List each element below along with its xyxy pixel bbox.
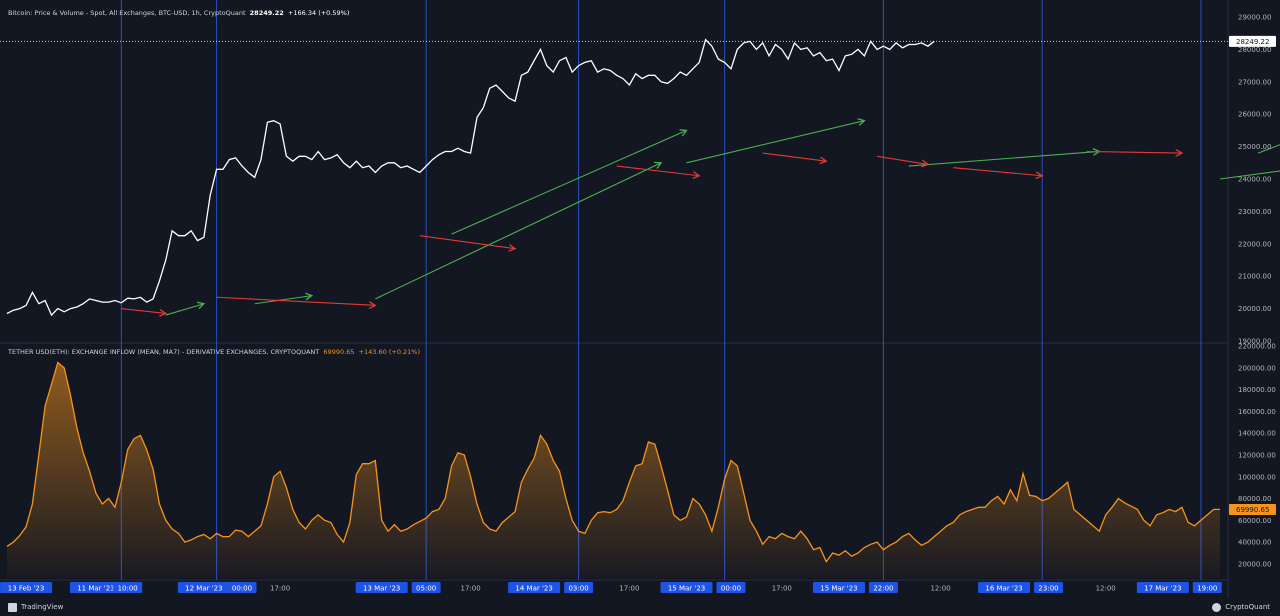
x-tick-label: 10:00 xyxy=(118,585,138,593)
inflow-tick-label: 220000.00 xyxy=(1238,343,1276,351)
inflow-tick-label: 120000.00 xyxy=(1238,452,1276,460)
tradingview-icon xyxy=(8,602,17,612)
x-tick-label: 00:00 xyxy=(232,585,252,593)
price-tick-label: 22000.00 xyxy=(1238,240,1271,248)
x-tick-label: 13 Mar '23 xyxy=(363,585,400,593)
price-tick-label: 28000.00 xyxy=(1238,46,1271,54)
inflow-tick-label: 200000.00 xyxy=(1238,364,1276,372)
price-legend-title: Bitcoin: Price & Volume - Spot, All Exch… xyxy=(8,9,246,17)
inflow-legend-value: 69990.65 xyxy=(323,348,355,356)
price-legend-value: 28249.22 xyxy=(249,9,284,17)
inflow-tick-label: 20000.00 xyxy=(1238,560,1271,568)
price-tick-label: 29000.00 xyxy=(1238,14,1271,22)
inflow-last-value-label: 69990.65 xyxy=(1236,506,1269,514)
cryptoquant-icon xyxy=(1212,602,1222,612)
price-tick-label: 20000.00 xyxy=(1238,305,1271,313)
inflow-tick-label: 140000.00 xyxy=(1238,430,1276,438)
price-tick-label: 23000.00 xyxy=(1238,208,1271,216)
inflow-tick-label: 160000.00 xyxy=(1238,408,1276,416)
x-tick-label: 17:00 xyxy=(270,585,290,593)
x-tick-label: 15 Mar '23 xyxy=(668,585,705,593)
price-last-value-label: 28249.22 xyxy=(1236,38,1269,46)
price-legend: Bitcoin: Price & Volume - Spot, All Exch… xyxy=(8,9,349,17)
x-tick-label: 00:00 xyxy=(721,585,741,593)
price-tick-label: 21000.00 xyxy=(1238,273,1271,281)
inflow-tick-label: 80000.00 xyxy=(1238,495,1271,503)
x-tick-label: 03:00 xyxy=(568,585,588,593)
tradingview-label: TradingView xyxy=(21,603,64,611)
cryptoquant-logo: CryptoQuant xyxy=(1212,598,1270,616)
x-tick-label: 19:00 xyxy=(1197,585,1217,593)
x-tick-label: 12:00 xyxy=(1096,585,1116,593)
inflow-tick-label: 180000.00 xyxy=(1238,386,1276,394)
inflow-legend-title: TETHER USD(ETH): EXCHANGE INFLOW (MEAN, … xyxy=(8,348,320,356)
inflow-legend-change: +143.60 (+0.21%) xyxy=(358,348,421,356)
x-tick-label: 22:00 xyxy=(873,585,893,593)
inflow-tick-label: 100000.00 xyxy=(1238,473,1276,481)
x-tick-label: 12:00 xyxy=(930,585,950,593)
price-tick-label: 25000.00 xyxy=(1238,143,1271,151)
x-tick-label: 17:00 xyxy=(619,585,639,593)
x-tick-label: 12 Mar '23 xyxy=(185,585,222,593)
price-tick-label: 24000.00 xyxy=(1238,176,1271,184)
x-tick-label: 17:00 xyxy=(772,585,792,593)
x-tick-label: 14 Mar '23 xyxy=(515,585,552,593)
x-tick-label: 13 Feb '23 xyxy=(8,585,45,593)
price-legend-change: +166.34 (+0.59%) xyxy=(287,9,350,17)
chart-canvas: 29000.00 28000.00 27000.00 26000.00 25000.00… xyxy=(0,0,1280,616)
x-tick-label: 15 Mar '23 xyxy=(820,585,857,593)
inflow-tick-label: 60000.00 xyxy=(1238,517,1271,525)
x-tick-label: 17:00 xyxy=(461,585,481,593)
cryptoquant-label: CryptoQuant xyxy=(1225,603,1270,611)
price-tick-label: 27000.00 xyxy=(1238,78,1271,86)
x-tick-label: 23:00 xyxy=(1038,585,1058,593)
x-tick-label: 11 Mar '23 xyxy=(77,585,114,593)
price-tick-label: 26000.00 xyxy=(1238,111,1271,119)
x-tick-label: 17 Mar '23 xyxy=(1144,585,1181,593)
inflow-tick-label: 40000.00 xyxy=(1238,539,1271,547)
x-tick-label: 05:00 xyxy=(416,585,436,593)
inflow-legend: TETHER USD(ETH): EXCHANGE INFLOW (MEAN, … xyxy=(8,348,420,356)
tradingview-logo[interactable]: TradingView xyxy=(8,598,63,616)
x-tick-label: 16 Mar '23 xyxy=(985,585,1022,593)
